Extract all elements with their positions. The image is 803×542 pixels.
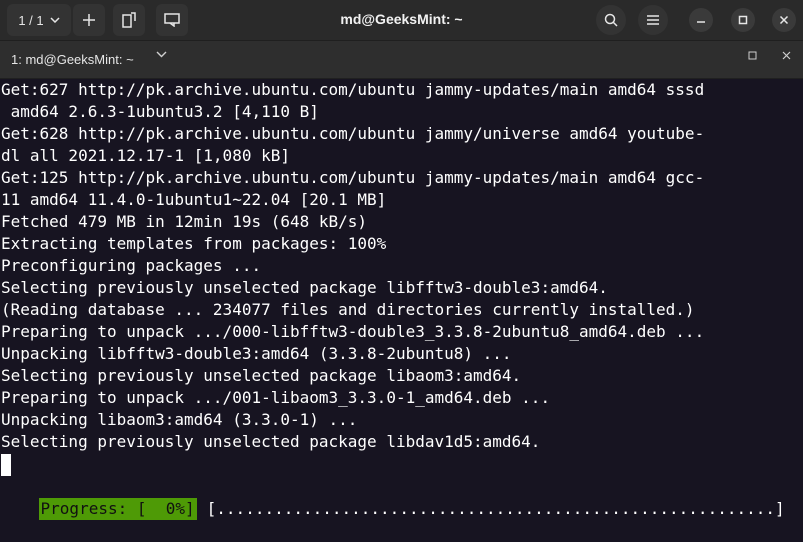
- search-icon: [604, 13, 618, 27]
- terminal-line: Get:125 http://pk.archive.ubuntu.com/ubu…: [1, 168, 705, 187]
- terminal-line: Selecting previously unselected package …: [1, 278, 608, 297]
- terminal-line: Preconfiguring packages ...: [1, 256, 262, 275]
- split-terminal-button[interactable]: [113, 4, 145, 36]
- tab-menu-chevron-icon[interactable]: [156, 51, 167, 58]
- tab-terminal-1[interactable]: 1: md@GeeksMint: ~: [11, 52, 134, 67]
- tab-maximize-icon[interactable]: [748, 51, 757, 60]
- terminal-cursor: [1, 454, 11, 476]
- search-button[interactable]: [596, 5, 626, 35]
- progress-bar: [.......................................…: [206, 499, 785, 518]
- hamburger-menu-icon: [647, 15, 659, 25]
- progress-row: Progress: [ 0%] [........................…: [0, 476, 803, 520]
- tab-selector-button[interactable]: 1 / 1: [7, 4, 71, 36]
- chevron-down-icon: [50, 17, 60, 23]
- terminal-line: Unpacking libfftw3-double3:amd64 (3.3.8-…: [1, 344, 512, 363]
- terminal-line: Extracting templates from packages: 100%: [1, 234, 387, 253]
- menu-button[interactable]: [638, 5, 668, 35]
- tab-bar: 1: md@GeeksMint: ~: [0, 41, 803, 79]
- terminal-line: Get:628 http://pk.archive.ubuntu.com/ubu…: [1, 124, 705, 143]
- terminal-line: Selecting previously unselected package …: [1, 432, 541, 451]
- terminal-line: 11 amd64 11.4.0-1ubuntu1~22.04 [20.1 MB]: [1, 190, 387, 209]
- tab-close-icon[interactable]: [782, 51, 791, 60]
- terminal-line: Preparing to unpack .../001-libaom3_3.3.…: [1, 388, 551, 407]
- tab-selector-label: 1 / 1: [18, 12, 44, 28]
- terminal-line: Selecting previously unselected package …: [1, 366, 522, 385]
- maximize-icon: [738, 15, 748, 25]
- close-icon: [779, 15, 789, 25]
- broadcast-icon: [164, 13, 180, 27]
- minimize-button[interactable]: [689, 8, 713, 32]
- plus-icon: [83, 14, 95, 26]
- split-terminal-icon: [122, 12, 136, 28]
- terminal-line: Get:627 http://pk.archive.ubuntu.com/ubu…: [1, 80, 705, 99]
- broadcast-input-button[interactable]: [156, 4, 188, 36]
- new-tab-button[interactable]: [73, 4, 105, 36]
- terminal-line: dl all 2021.12.17-1 [1,080 kB]: [1, 146, 290, 165]
- terminal-line: amd64 2.6.3-1ubuntu3.2 [4,110 B]: [1, 102, 319, 121]
- maximize-button[interactable]: [731, 8, 755, 32]
- progress-label: Progress: [ 0%]: [38, 498, 197, 520]
- terminal-output[interactable]: Get:627 http://pk.archive.ubuntu.com/ubu…: [0, 79, 803, 520]
- minimize-icon: [696, 15, 706, 25]
- terminal-line: Unpacking libaom3:amd64 (3.3.0-1) ...: [1, 410, 358, 429]
- terminal-line: Fetched 479 MB in 12min 19s (648 kB/s): [1, 212, 368, 231]
- title-bar: 1 / 1 md@GeeksMint: ~: [0, 0, 803, 41]
- terminal-line: (Reading database ... 234077 files and d…: [1, 300, 695, 319]
- close-button[interactable]: [772, 8, 796, 32]
- terminal-line: Preparing to unpack .../000-libfftw3-dou…: [1, 322, 705, 341]
